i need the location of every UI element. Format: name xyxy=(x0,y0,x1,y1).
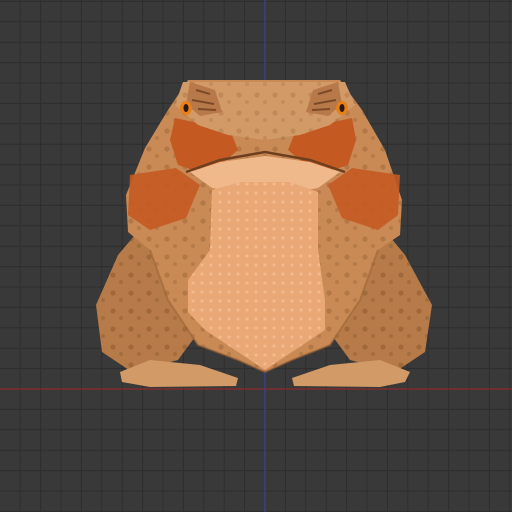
3d-viewport[interactable] xyxy=(0,0,512,512)
viewport-canvas[interactable] xyxy=(0,0,512,512)
horned-frog-icon[interactable] xyxy=(96,80,432,387)
